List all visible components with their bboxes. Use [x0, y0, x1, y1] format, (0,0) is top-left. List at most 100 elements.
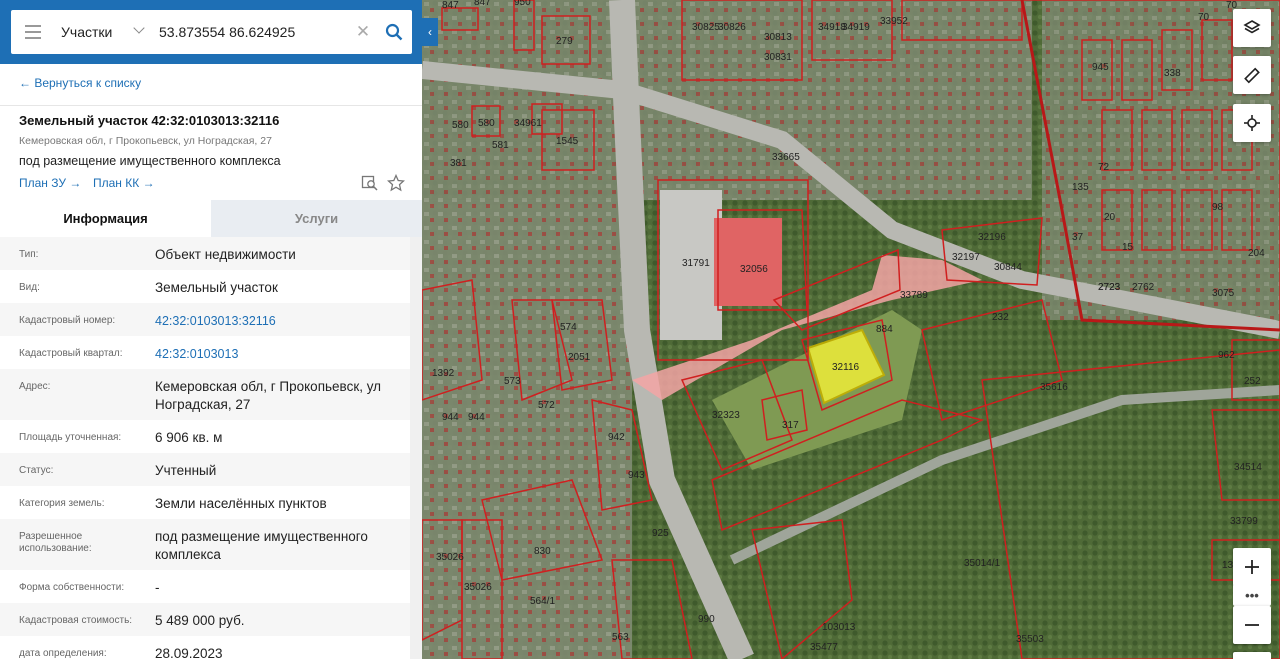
parcel-label: 252 [1244, 376, 1261, 387]
parcel-label: 945 [1092, 62, 1109, 73]
parcel-label: 317 [782, 420, 799, 431]
info-row-area: Площадь уточненная: 6 906 кв. м [0, 420, 410, 453]
parcel-label: 572 [538, 400, 555, 411]
info-label: Адрес: [19, 381, 51, 392]
show-on-map-button[interactable] [361, 174, 379, 192]
zoom-out-button[interactable] [1233, 606, 1271, 644]
parcel-label: 30825 [692, 22, 720, 33]
parcel-label: 204 [1248, 248, 1265, 259]
object-title: Земельный участок 42:32:0103013:32116 [19, 113, 280, 128]
parcel-label: 3075 [1212, 288, 1235, 299]
parcel-label: 2051 [568, 352, 591, 363]
parcel-label: 1392 [432, 368, 455, 379]
parcel-label: 32196 [978, 232, 1006, 243]
parcel-label: 98 [1212, 202, 1224, 213]
parcel-label: 925 [652, 528, 669, 539]
layers-button[interactable] [1233, 9, 1271, 47]
parcel-label: 944 [442, 412, 459, 423]
measure-button[interactable] [1233, 56, 1271, 94]
plan-zu-link[interactable]: План ЗУ → [19, 176, 81, 190]
search-bar: Участки ✕ [0, 0, 422, 64]
parcel-label: 34514 [1234, 462, 1262, 473]
parcel-label: 990 [698, 614, 715, 625]
parcel-label: 381 [450, 158, 467, 169]
ruler-icon [1244, 67, 1260, 84]
parcel-label: 943 [628, 470, 645, 481]
menu-icon-line [25, 31, 41, 33]
parcel-label: 35026 [464, 582, 492, 593]
parcel-label: 30831 [764, 52, 792, 63]
parcel-label: 580 [452, 120, 469, 131]
scrollbar[interactable] [410, 237, 422, 659]
parcel-label: 944 [468, 412, 485, 423]
map-view[interactable]: 847 847 950 279 580 580 581 381 34961 15… [422, 0, 1280, 659]
tab-information[interactable]: Информация [0, 200, 211, 237]
object-address: Кемеровская обл, г Прокопьевск, ул Ногра… [19, 135, 272, 147]
parcel-label: 33799 [1230, 516, 1258, 527]
search-button[interactable] [376, 10, 412, 54]
tab-services[interactable]: Услуги [211, 200, 422, 237]
parcel-label: 103013 [822, 622, 856, 633]
info-label: Разрешенное использование: [19, 531, 92, 554]
more-icon: ••• [1245, 587, 1259, 603]
collapse-panel-button[interactable]: ‹ [422, 18, 438, 46]
info-label: Вид: [19, 282, 40, 293]
parcel-label: 338 [1164, 68, 1181, 79]
info-label: Площадь уточненная: [19, 432, 122, 443]
info-row-ownership: Форма собственности: - [0, 570, 410, 603]
parcel-label: 34919 [842, 22, 870, 33]
cadastral-quarter-link[interactable]: 42:32:0103013 [155, 336, 410, 369]
clear-search-button[interactable]: ✕ [350, 10, 376, 54]
info-value: Кемеровская обл, г Прокопьевск, ул Ногра… [155, 379, 382, 412]
parcel-label: 32197 [952, 252, 980, 263]
favorite-button[interactable] [386, 173, 406, 192]
zoom-in-button[interactable] [1233, 548, 1271, 586]
search-type-select[interactable]: Участки [55, 10, 151, 54]
parcel-label: 581 [492, 140, 509, 151]
info-value: 5 489 000 руб. [155, 613, 245, 628]
cadastral-number-link[interactable]: 42:32:0103013:32116 [155, 303, 410, 336]
star-icon [386, 173, 406, 192]
info-label: Статус: [19, 465, 54, 476]
parcel-label: 32056 [740, 264, 768, 275]
parcel-label: 2723 [1098, 282, 1121, 293]
info-row-address: Адрес: Кемеровская обл, г Прокопьевск, у… [0, 369, 410, 420]
parcel-label: 33952 [880, 16, 908, 27]
search-input[interactable] [151, 10, 350, 54]
info-row-status: Статус: Учтенный [0, 453, 410, 486]
search-icon [385, 23, 403, 41]
crosshair-icon [1244, 115, 1260, 131]
parcel-label: 2762 [1132, 282, 1155, 293]
menu-icon-line [25, 37, 41, 39]
back-to-list-link[interactable]: ← Вернуться к списку [19, 76, 141, 90]
chevron-left-icon: ‹ [428, 25, 432, 39]
close-icon: ✕ [355, 22, 371, 41]
info-row-cadastral-value: Кадастровая стоимость: 5 489 000 руб. [0, 603, 410, 636]
locate-button[interactable] [1233, 104, 1271, 142]
parcel-label: 30826 [718, 22, 746, 33]
info-table: Тип: Объект недвижимости Вид: Земельный … [0, 237, 410, 659]
parcel-label: 20 [1104, 212, 1116, 223]
store-roof [714, 218, 782, 306]
map-extra-button[interactable] [1233, 652, 1271, 659]
search-box: Участки ✕ [11, 10, 412, 54]
parcel-label: 232 [992, 312, 1009, 323]
parcel-label: 35616 [1040, 382, 1068, 393]
info-value: 28.09.2023 [155, 646, 223, 659]
parcel-label: 942 [608, 432, 625, 443]
parcel-label: 37 [1072, 232, 1084, 243]
parcel-label: 32323 [712, 410, 740, 421]
info-row-kind: Вид: Земельный участок [0, 270, 410, 303]
plan-kk-link[interactable]: План КК → [93, 176, 155, 190]
parcel-label: 30844 [994, 262, 1022, 273]
more-controls-button[interactable]: ••• [1233, 584, 1271, 606]
parcel-label: 35014/1 [964, 558, 1001, 569]
parcel-label: 70 [1198, 12, 1210, 23]
info-label: Кадастровый квартал: [19, 348, 123, 359]
parcel-label: 33789 [900, 290, 928, 301]
urban-area-east [1042, 0, 1280, 320]
info-label: Категория земель: [19, 498, 105, 509]
menu-icon-line [25, 25, 41, 27]
parcel-label: 564/1 [530, 596, 555, 607]
menu-button[interactable] [11, 10, 55, 54]
